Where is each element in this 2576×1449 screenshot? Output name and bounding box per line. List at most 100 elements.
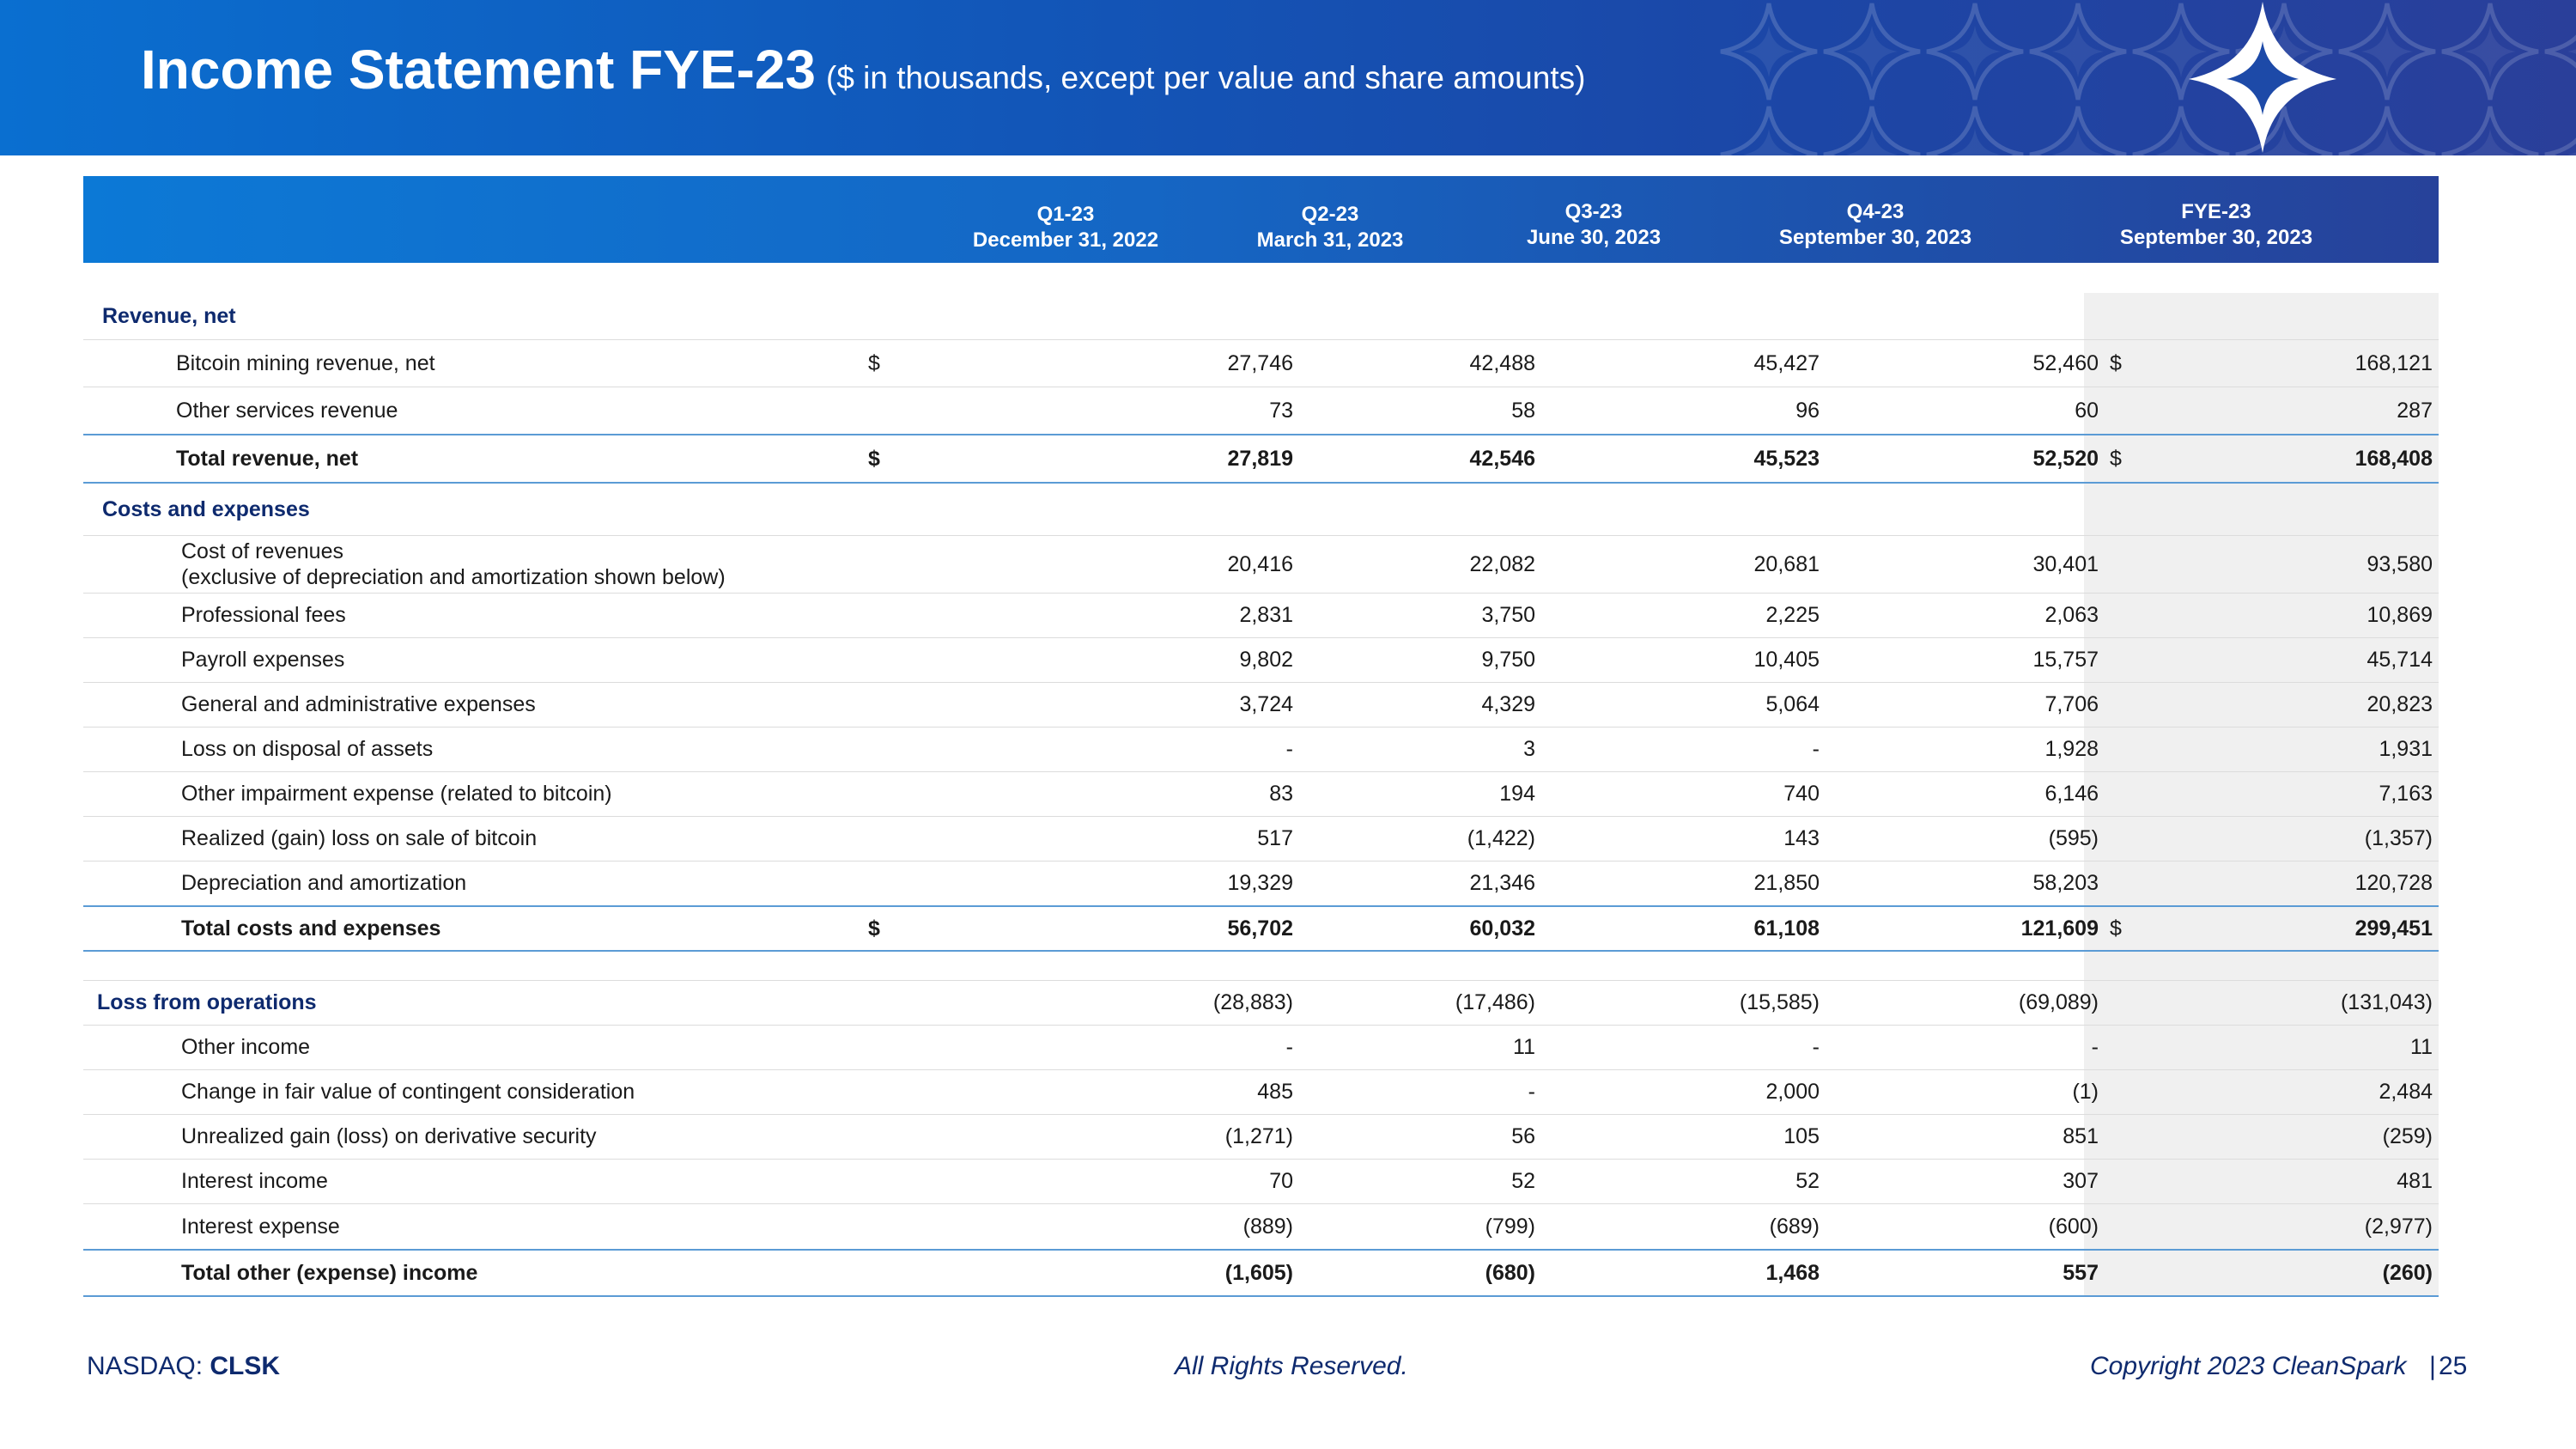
value-q2: (17,486) <box>1455 990 1535 1014</box>
table-row: Other impairment expense (related to bit… <box>83 772 2439 817</box>
row-label: Bitcoin mining revenue, net <box>176 350 435 375</box>
section-costs: Costs and expenses <box>83 484 2439 536</box>
row-label: Interest expense <box>181 1214 340 1239</box>
table-row: Payroll expenses 9,802 9,750 10,405 15,7… <box>83 638 2439 683</box>
value-q1: 3,724 <box>1239 692 1293 716</box>
value-q3: (689) <box>1769 1214 1820 1239</box>
value-q2: 52 <box>1511 1169 1535 1193</box>
row-label: Cost of revenues (exclusive of depreciat… <box>181 536 726 593</box>
value-q1: 56,702 <box>1227 916 1293 941</box>
dollar-sign: $ <box>2110 350 2122 375</box>
value-q2: 42,546 <box>1469 446 1535 471</box>
dollar-sign: $ <box>2110 916 2122 941</box>
value-q3: 61,108 <box>1753 916 1820 941</box>
row-label: Other income <box>181 1035 311 1059</box>
table-row: Bitcoin mining revenue, net $ 27,746 42,… <box>83 340 2439 387</box>
value-q2: 3 <box>1523 737 1535 761</box>
value-q1: (28,883) <box>1212 990 1293 1014</box>
value-q2: (680) <box>1485 1260 1535 1285</box>
value-q3: 96 <box>1795 398 1820 423</box>
table-row: Depreciation and amortization 19,329 21,… <box>83 861 2439 905</box>
title-subtitle: ($ in thousands, except per value and sh… <box>826 60 1586 95</box>
table-header: Q1-23 December 31, 2022 Q2-23 March 31, 20… <box>83 176 2439 263</box>
footer-rights: All Rights Reserved. <box>1175 1352 1408 1380</box>
value-fye: (259) <box>2382 1124 2433 1148</box>
value-q1: 485 <box>1257 1080 1293 1104</box>
value-q2: 3,750 <box>1481 603 1535 627</box>
table-row: Other income - 11 - - 11 <box>83 1026 2439 1070</box>
value-q3: 105 <box>1783 1124 1820 1148</box>
page-title: Income Statement FYE-23 ($ in thousands, … <box>141 38 1585 101</box>
value-q2: (799) <box>1485 1214 1535 1239</box>
value-q1: 70 <box>1269 1169 1293 1193</box>
value-q4: (69,089) <box>2018 990 2099 1014</box>
row-label: Other services revenue <box>176 398 398 423</box>
value-q1: 19,329 <box>1227 871 1293 895</box>
value-q4: 307 <box>2063 1169 2099 1193</box>
value-q3: (15,585) <box>1739 990 1820 1014</box>
row-label: Payroll expenses <box>181 648 345 672</box>
column-header-fye: FYE-23 September 30, 2023 <box>2119 200 2313 249</box>
table-row: Professional fees 2,831 3,750 2,225 2,06… <box>83 594 2439 638</box>
value-q4: 15,757 <box>2032 648 2099 672</box>
row-label: Unrealized gain (loss) on derivative sec… <box>181 1124 597 1148</box>
value-q4: 6,146 <box>2044 782 2099 806</box>
value-q4: 2,063 <box>2044 603 2099 627</box>
footer-exchange: NASDAQ: CLSK <box>87 1352 280 1381</box>
value-q3: 45,427 <box>1753 350 1820 375</box>
title-main: Income Statement FYE-23 <box>141 39 816 100</box>
value-q2: - <box>1528 1080 1535 1104</box>
value-fye: 93,580 <box>2366 551 2433 576</box>
value-q4: 7,706 <box>2044 692 2099 716</box>
value-q4: 52,520 <box>2032 446 2099 471</box>
value-fye: (1,357) <box>2364 826 2433 850</box>
value-q3: 45,523 <box>1753 446 1820 471</box>
table-row: Change in fair value of contingent consi… <box>83 1070 2439 1115</box>
table-row: Loss from operations (28,883) (17,486) (… <box>83 981 2439 1026</box>
value-q2: 42,488 <box>1469 350 1535 375</box>
value-q4: (600) <box>2048 1214 2099 1239</box>
column-header-q4: Q4-23 September 30, 2023 <box>1778 200 1972 249</box>
value-q4: 121,609 <box>2020 916 2099 941</box>
row-label: Realized (gain) loss on sale of bitcoin <box>181 826 538 850</box>
footer-copyright: Copyright 2023 CleanSpark | <box>2090 1352 2435 1381</box>
value-q2: 4,329 <box>1481 692 1535 716</box>
value-q3: 2,225 <box>1765 603 1820 627</box>
value-q3: 52 <box>1795 1169 1820 1193</box>
value-fye: (2,977) <box>2364 1214 2433 1239</box>
value-q1: 517 <box>1257 826 1293 850</box>
value-q3: 20,681 <box>1753 551 1820 576</box>
value-q1: (889) <box>1242 1214 1293 1239</box>
value-q2: 194 <box>1499 782 1535 806</box>
value-q4: 1,928 <box>2044 737 2099 761</box>
value-q3: 1,468 <box>1765 1260 1820 1285</box>
value-fye: 120,728 <box>2354 871 2433 895</box>
value-q2: 9,750 <box>1481 648 1535 672</box>
page-number: 25 <box>2439 1352 2468 1380</box>
value-q3: 21,850 <box>1753 871 1820 895</box>
section-revenue: Revenue, net <box>83 293 2439 340</box>
dollar-sign: $ <box>868 446 880 471</box>
value-fye: 45,714 <box>2366 648 2433 672</box>
value-fye: 299,451 <box>2354 916 2433 941</box>
value-q2: 58 <box>1511 398 1535 423</box>
table-row: Interest expense (889) (799) (689) (600)… <box>83 1204 2439 1249</box>
row-label: General and administrative expenses <box>181 692 536 716</box>
value-q1: 83 <box>1269 782 1293 806</box>
value-fye: 287 <box>2397 398 2433 423</box>
table-row: Realized (gain) loss on sale of bitcoin … <box>83 817 2439 861</box>
value-q4: 851 <box>2063 1124 2099 1148</box>
value-q1: 20,416 <box>1227 551 1293 576</box>
value-q4: (1) <box>2072 1080 2099 1104</box>
row-label: Loss from operations <box>97 990 317 1014</box>
value-q4: 58,203 <box>2032 871 2099 895</box>
column-header-q2: Q2-23 March 31, 2023 <box>1256 203 1404 252</box>
value-fye: 7,163 <box>2379 782 2433 806</box>
row-label-line2: (exclusive of depreciation and amortizat… <box>181 565 726 589</box>
value-q1: (1,271) <box>1224 1124 1293 1148</box>
value-q3: 143 <box>1783 826 1820 850</box>
row-label: Total revenue, net <box>176 446 359 471</box>
value-q3: 10,405 <box>1753 648 1820 672</box>
value-q4: - <box>2091 1035 2099 1059</box>
row-label: Depreciation and amortization <box>181 871 467 895</box>
